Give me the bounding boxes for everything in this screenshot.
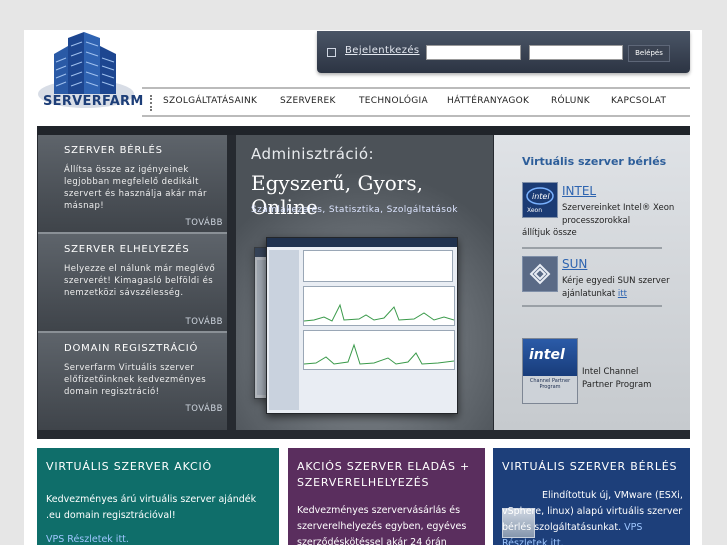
nav-divider-top [142, 87, 690, 89]
box-server-rental[interactable]: SZERVER BÉRLÉS Állítsa össze az igényein… [38, 135, 227, 234]
box-server-colocation[interactable]: SZERVER ELHELYEZÉS Helyezze el nálunk má… [38, 234, 227, 333]
nav-divider-bottom [142, 115, 690, 117]
more-link[interactable]: TOVÁBB [186, 218, 223, 228]
promo-box-title: AKCIÓS SZERVER ELADÁS + SZERVERELHELYEZÉ… [297, 460, 471, 489]
hero-banner: SZERVER BÉRLÉS Állítsa össze az igényein… [37, 126, 690, 439]
box-domain-registration[interactable]: DOMAIN REGISZTRÁCIÓ Serverfarm Virtuális… [38, 333, 227, 430]
intel-logo: intel [529, 347, 565, 363]
intel-desc: Szervereinket Intel® Xeon processzorokka… [562, 203, 675, 226]
lock-icon [327, 48, 336, 57]
nav-item-resources[interactable]: HÁTTÉRANYAGOK [447, 96, 529, 106]
page: SERVERFARM Bejelentkezés Belépés SZOLGÁL… [24, 30, 702, 545]
promo-box-title: VIRTUÁLIS SZERVER BÉRLÉS [502, 460, 678, 473]
logo-text[interactable]: SERVERFARM [43, 94, 144, 109]
badge-text: Channel Partner Program [529, 378, 571, 390]
box-title: DOMAIN REGISZTRÁCIÓ [64, 343, 199, 354]
box-text: Állítsa össze az igényeinek legjobban me… [64, 165, 207, 211]
box-title: SZERVER ELHELYEZÉS [64, 244, 190, 255]
nav-item-technology[interactable]: TECHNOLÓGIA [359, 96, 428, 106]
promo-box-text: Elindítottuk új, VMware (ESXi, vSphere, … [502, 488, 687, 545]
svg-text:Xeon: Xeon [527, 207, 542, 214]
promo-subtitle: Számlakezelés, Statisztika, Szolgáltatás… [251, 205, 458, 215]
intel-link[interactable]: INTEL [562, 184, 596, 198]
password-input[interactable] [529, 45, 623, 60]
sidebar-title[interactable]: Virtuális szerver bérlés [522, 155, 666, 168]
intel-channel-partner-badge[interactable]: intel Channel Partner Program [522, 338, 578, 404]
box-title: SZERVER BÉRLÉS [64, 145, 163, 156]
chart-graph [303, 286, 455, 326]
sun-desc: Kérje egyedi SUN szerver ajánlatunkat it… [562, 276, 670, 299]
nav-item-contact[interactable]: KAPCSOLAT [611, 96, 666, 106]
promo-box-text: Kedvezményes szervervásárlás és szervere… [297, 505, 467, 545]
intel-desc-2: állítjuk össze [522, 228, 577, 238]
admin-promo[interactable]: Adminisztráció: Egyszerű, Gyors, Online … [236, 135, 493, 430]
promo-box-vps-rental: VIRTUÁLIS SZERVER BÉRLÉS Elindítottuk új… [493, 448, 690, 545]
service-column: SZERVER BÉRLÉS Állítsa össze az igényein… [38, 135, 227, 430]
chart-graph [303, 330, 455, 370]
box-text: Serverfarm Virtuális szerver előfizetőin… [64, 363, 207, 397]
promo-heading: Adminisztráció: [251, 145, 375, 163]
sun-icon [522, 256, 558, 292]
nav-item-servers[interactable]: SZERVEREK [280, 96, 336, 106]
username-input[interactable] [426, 45, 521, 60]
divider [522, 247, 662, 249]
promo-box-link[interactable]: VPS Részletek itt. [46, 532, 129, 545]
nav-dots [150, 95, 154, 111]
vps-sidebar: Virtuális szerver bérlés intel Xeon INTE… [494, 135, 690, 430]
login-bar: Bejelentkezés Belépés [317, 31, 690, 73]
more-link[interactable]: TOVÁBB [186, 317, 223, 327]
more-link[interactable]: TOVÁBB [186, 404, 223, 414]
screenshot-front [266, 237, 458, 414]
channel-partner-text: Intel Channel Partner Program [582, 367, 652, 390]
login-button[interactable]: Belépés [628, 45, 670, 62]
promo-box-vps-offer: VIRTUÁLIS SZERVER AKCIÓ Kedvezményes árú… [37, 448, 279, 545]
sun-here-link[interactable]: itt [618, 289, 627, 299]
login-link[interactable]: Bejelentkezés [345, 45, 420, 56]
divider [522, 305, 662, 307]
svg-text:intel: intel [532, 192, 550, 201]
promo-box-title: VIRTUÁLIS SZERVER AKCIÓ [46, 460, 213, 473]
promo-box-text: Kedvezményes árú virtuális szerver ajánd… [46, 494, 257, 521]
promo-box-server-sale: AKCIÓS SZERVER ELADÁS + SZERVERELHELYEZÉ… [288, 448, 485, 545]
nav-item-about[interactable]: RÓLUNK [551, 96, 590, 106]
nav-item-services[interactable]: SZOLGÁLTATÁSAINK [163, 96, 257, 106]
intel-xeon-icon: intel Xeon [522, 182, 558, 218]
sun-link[interactable]: SUN [562, 257, 587, 271]
box-text: Helyezze el nálunk már meglévő szerverét… [64, 264, 216, 298]
